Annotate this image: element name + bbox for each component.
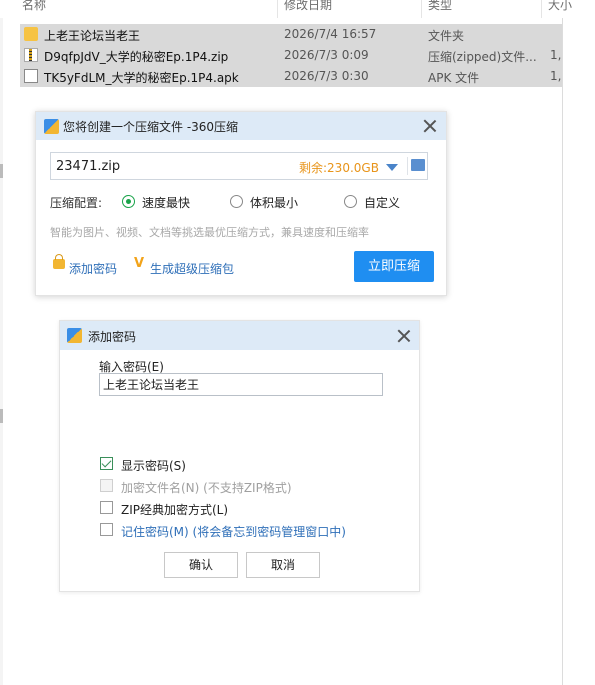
file-row[interactable]: 上老王论坛当老王 2026/7/4 16:57 文件夹 <box>20 24 562 45</box>
scrollbar-edge <box>562 0 563 685</box>
compress-dialog: 您将创建一个压缩文件 -360压缩 23471.zip 剩余:230.0GB 压… <box>35 111 447 296</box>
nav-pane-marker <box>0 164 3 178</box>
chevron-down-icon[interactable] <box>386 164 398 171</box>
vip-icon: V <box>134 256 145 271</box>
file-type: APK 文件 <box>428 71 480 85</box>
password-value: 上老王论坛当老王 <box>103 378 200 392</box>
file-name: D9qfpJdV_大学的秘密Ep.1P4.zip <box>44 50 229 64</box>
super-package-link[interactable]: 生成超级压缩包 <box>150 260 234 277</box>
show-password-label[interactable]: 显示密码(S) <box>121 457 186 474</box>
radio-custom[interactable] <box>344 195 357 208</box>
column-separator[interactable] <box>541 0 542 18</box>
close-icon[interactable] <box>397 329 411 343</box>
cancel-button[interactable]: 取消 <box>246 552 320 578</box>
divider <box>407 157 408 175</box>
file-size: 1,7 <box>550 69 562 83</box>
file-date: 2026/7/3 0:09 <box>284 48 369 62</box>
show-password-checkbox[interactable] <box>100 457 113 470</box>
file-name: TK5yFdLM_大学的秘密Ep.1P4.apk <box>44 71 239 85</box>
add-password-link[interactable]: 添加密码 <box>69 260 117 277</box>
file-type: 压缩(zipped)文件... <box>428 50 537 64</box>
file-name: 上老王论坛当老王 <box>44 29 141 43</box>
folder-icon <box>24 27 38 41</box>
zip-classic-encryption-label[interactable]: ZIP经典加密方式(L) <box>121 501 228 518</box>
option-smallest-label[interactable]: 体积最小 <box>250 194 298 211</box>
file-row[interactable]: TK5yFdLM_大学的秘密Ep.1P4.apk 2026/7/3 0:30 A… <box>20 66 562 87</box>
column-type[interactable]: 类型 <box>428 0 452 13</box>
column-name[interactable]: 名称 <box>22 0 46 13</box>
apk-icon <box>24 69 38 83</box>
option-custom-label[interactable]: 自定义 <box>364 194 400 211</box>
column-date[interactable]: 修改日期 <box>284 0 332 13</box>
compress-now-button[interactable]: 立即压缩 <box>354 251 434 282</box>
file-date: 2026/7/3 0:30 <box>284 69 369 83</box>
360zip-app-icon <box>67 328 82 343</box>
compression-hint: 智能为图片、视频、文档等挑选最优压缩方式，兼具速度和压缩率 <box>50 226 369 239</box>
file-row[interactable]: D9qfpJdV_大学的秘密Ep.1P4.zip 2026/7/3 0:09 压… <box>20 45 562 66</box>
dialog-titlebar[interactable]: 添加密码 <box>60 321 419 350</box>
navigation-pane-edge <box>0 0 3 685</box>
dialog-title: 您将创建一个压缩文件 -360压缩 <box>63 120 239 134</box>
encrypt-filename-label: 加密文件名(N) (不支持ZIP格式) <box>121 481 292 495</box>
column-size[interactable]: 大小 <box>548 0 572 13</box>
nav-pane-marker <box>0 409 3 423</box>
close-icon[interactable] <box>423 119 437 133</box>
password-dialog: 添加密码 输入密码(E) 上老王论坛当老王 显示密码(S) 加密文件名(N) (… <box>59 320 420 592</box>
archive-filename: 23471.zip <box>56 159 121 174</box>
config-label: 压缩配置: <box>50 196 103 210</box>
lock-icon <box>53 254 65 269</box>
ok-button[interactable]: 确认 <box>164 552 238 578</box>
remember-password-label[interactable]: 记住密码(M) (将会备忘到密码管理窗口中) <box>121 523 346 540</box>
column-header: 名称 修改日期 类型 大小 <box>0 0 595 18</box>
zip-classic-encryption-checkbox[interactable] <box>100 501 113 514</box>
radio-smallest[interactable] <box>230 195 243 208</box>
zip-icon <box>24 48 38 62</box>
360zip-app-icon <box>44 119 59 134</box>
free-space-label: 剩余:230.0GB <box>299 161 379 175</box>
password-input[interactable]: 上老王论坛当老王 <box>99 373 383 396</box>
remember-password-checkbox[interactable] <box>100 523 113 536</box>
file-date: 2026/7/4 16:57 <box>284 27 377 41</box>
dialog-titlebar[interactable]: 您将创建一个压缩文件 -360压缩 <box>36 112 446 140</box>
column-separator[interactable] <box>277 0 278 18</box>
radio-fastest[interactable] <box>122 195 135 208</box>
option-fastest-label[interactable]: 速度最快 <box>142 194 190 211</box>
dialog-title: 添加密码 <box>88 330 137 344</box>
encrypt-filename-checkbox <box>100 479 113 492</box>
column-separator[interactable] <box>421 0 422 18</box>
file-size: 1,0 <box>550 48 562 62</box>
file-type: 文件夹 <box>428 29 465 43</box>
archive-path-input[interactable]: 23471.zip 剩余:230.0GB <box>50 152 428 180</box>
browse-folder-icon[interactable] <box>411 159 425 171</box>
